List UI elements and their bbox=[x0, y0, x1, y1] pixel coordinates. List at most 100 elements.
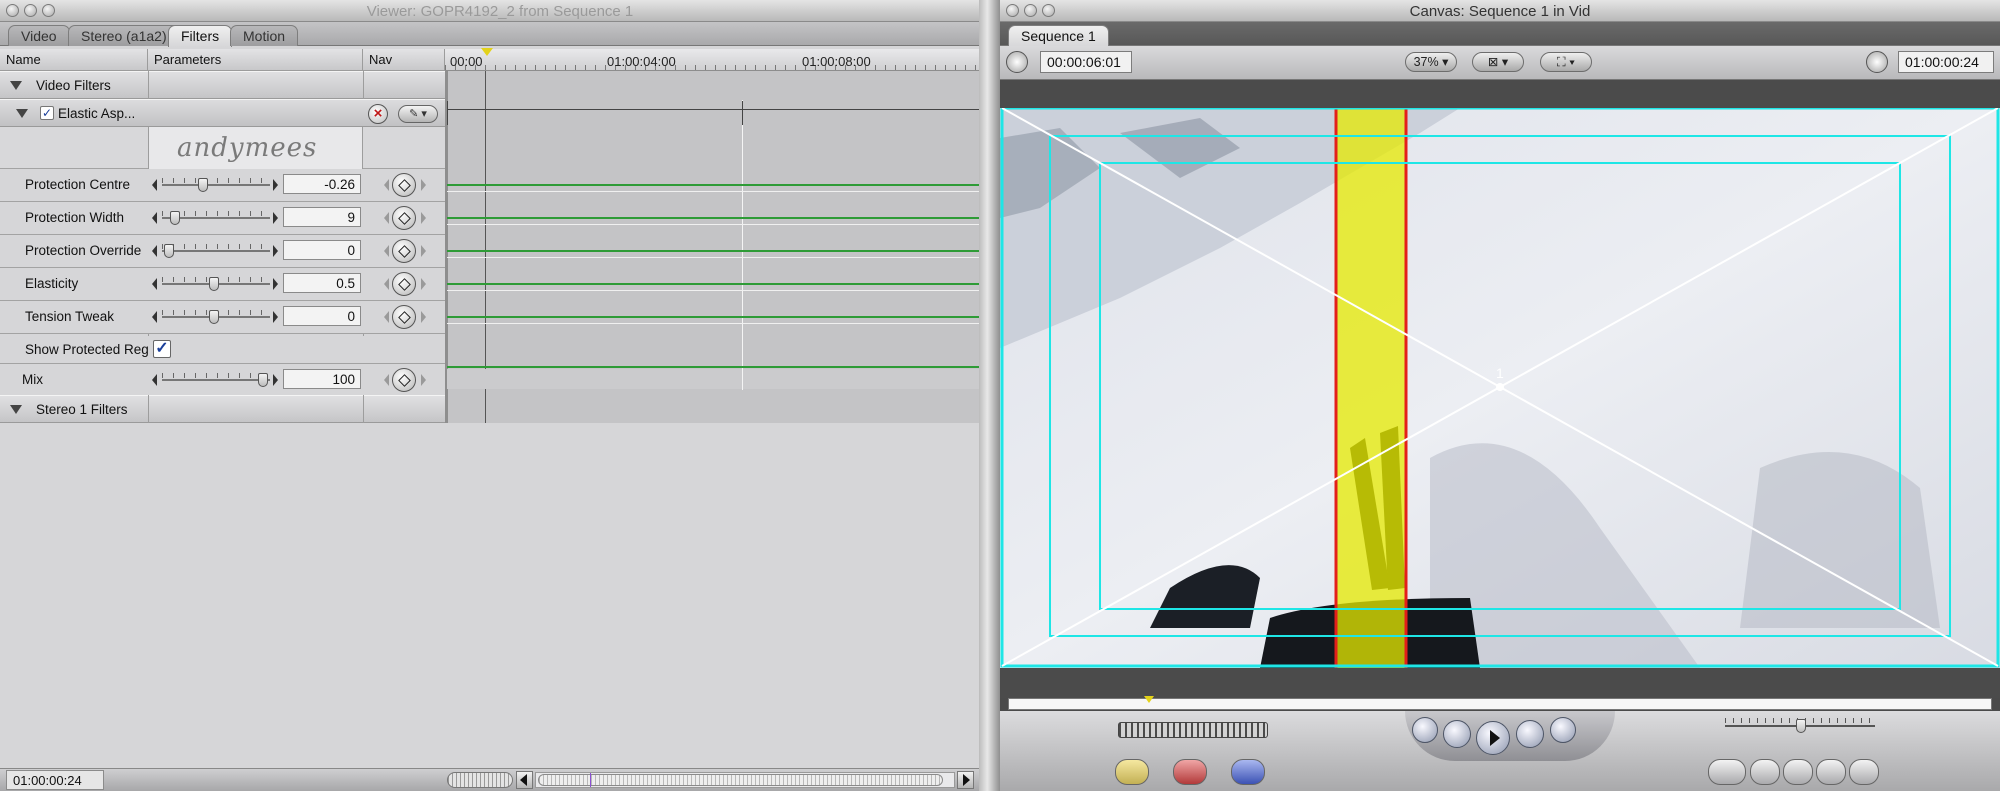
zoom-slider[interactable] bbox=[447, 772, 513, 788]
play-in-to-out-button[interactable] bbox=[1443, 720, 1471, 748]
mix-slider-track[interactable] bbox=[162, 379, 270, 381]
slider-left-arrow-icon[interactable] bbox=[152, 374, 157, 386]
scrubber-bar[interactable] bbox=[1008, 696, 1992, 710]
prev-keyframe-icon[interactable] bbox=[384, 278, 389, 290]
show-protected-checkbox[interactable]: ✓ bbox=[153, 340, 171, 358]
video-filters-group[interactable]: Video Filters bbox=[0, 71, 445, 99]
mark-out-button[interactable] bbox=[1849, 759, 1879, 785]
show-protected-row: Show Protected Reg ✓ bbox=[0, 336, 445, 364]
column-parameters[interactable]: Parameters bbox=[148, 49, 363, 71]
scrubber-playhead[interactable] bbox=[1144, 696, 1154, 703]
add-keyframe-button[interactable] bbox=[392, 368, 416, 392]
prev-keyframe-icon[interactable] bbox=[384, 179, 389, 191]
add-marker-button[interactable] bbox=[1816, 759, 1846, 785]
slider-left-arrow-icon[interactable] bbox=[152, 245, 157, 257]
next-keyframe-icon[interactable] bbox=[421, 245, 426, 257]
play-around-button[interactable] bbox=[1516, 720, 1544, 748]
prev-edit-button[interactable] bbox=[1412, 717, 1438, 743]
slider-left-arrow-icon[interactable] bbox=[152, 212, 157, 224]
duration-timecode[interactable]: 00:00:06:01 bbox=[1040, 51, 1132, 73]
parameter-slider-thumb[interactable] bbox=[209, 277, 220, 291]
parameter-slider-thumb[interactable] bbox=[209, 310, 220, 324]
transport-area bbox=[1000, 711, 2000, 791]
tab-sequence-1[interactable]: Sequence 1 bbox=[1008, 25, 1109, 47]
current-timecode[interactable]: 01:00:00:24 bbox=[1898, 51, 1994, 73]
zoom-popup[interactable]: 37% ▾ bbox=[1405, 52, 1457, 72]
filter-enable-checkbox[interactable]: ✓ bbox=[40, 106, 54, 120]
slider-left-arrow-icon[interactable] bbox=[152, 278, 157, 290]
slider-ticks bbox=[162, 373, 270, 378]
next-edit-button[interactable] bbox=[1550, 717, 1576, 743]
next-keyframe-icon[interactable] bbox=[421, 374, 426, 386]
prev-keyframe-icon[interactable] bbox=[384, 212, 389, 224]
slider-right-arrow-icon[interactable] bbox=[273, 374, 278, 386]
slider-right-arrow-icon[interactable] bbox=[273, 179, 278, 191]
parameter-value-field[interactable]: 0 bbox=[283, 306, 361, 326]
parameter-value-field[interactable]: -0.26 bbox=[283, 174, 361, 194]
add-keyframe-canvas-button[interactable] bbox=[1783, 759, 1813, 785]
prev-keyframe-icon[interactable] bbox=[384, 374, 389, 386]
jog-thumb[interactable] bbox=[1796, 719, 1806, 733]
overlay-popup[interactable]: ⛶ ▾ bbox=[1540, 52, 1592, 72]
shuttle-control[interactable] bbox=[1118, 722, 1268, 738]
filter-elastic-aspect-row[interactable]: ✓ Elastic Asp... × ✎ ▾ bbox=[0, 99, 445, 127]
add-keyframe-button[interactable] bbox=[392, 272, 416, 296]
tab-video[interactable]: Video bbox=[8, 25, 70, 46]
next-keyframe-icon[interactable] bbox=[421, 179, 426, 191]
mix-keyframe-lane[interactable] bbox=[447, 369, 979, 389]
parameter-slider-track[interactable] bbox=[162, 184, 270, 186]
slider-right-arrow-icon[interactable] bbox=[273, 245, 278, 257]
parameter-slider-thumb[interactable] bbox=[163, 244, 174, 258]
next-keyframe-icon[interactable] bbox=[421, 278, 426, 290]
mark-clip-button[interactable] bbox=[1750, 759, 1780, 785]
empty-panel bbox=[0, 423, 979, 768]
scrollbar-thumb[interactable] bbox=[538, 774, 943, 786]
overwrite-button[interactable] bbox=[1173, 759, 1207, 785]
horizontal-scrollbar[interactable] bbox=[535, 772, 955, 788]
parameter-row: Protection Centre -0.26 bbox=[0, 169, 445, 202]
disclosure-triangle-icon[interactable] bbox=[16, 109, 28, 118]
column-name[interactable]: Name bbox=[0, 49, 148, 71]
disclosure-triangle-icon[interactable] bbox=[10, 81, 22, 90]
timeline-ruler[interactable]: 00:00 01:00:04:00 01:00:08:00 bbox=[445, 48, 979, 71]
next-keyframe-icon[interactable] bbox=[421, 311, 426, 323]
parameter-value-field[interactable]: 0.5 bbox=[283, 273, 361, 293]
parameter-value-field[interactable]: 0 bbox=[283, 240, 361, 260]
add-keyframe-button[interactable] bbox=[392, 173, 416, 197]
tab-motion[interactable]: Motion bbox=[230, 25, 299, 46]
column-nav[interactable]: Nav bbox=[363, 49, 445, 71]
add-keyframe-button[interactable] bbox=[392, 239, 416, 263]
parameter-slider-thumb[interactable] bbox=[169, 211, 180, 225]
reset-filter-button[interactable]: × bbox=[368, 104, 388, 124]
slider-right-arrow-icon[interactable] bbox=[273, 278, 278, 290]
lane-separator bbox=[447, 290, 979, 291]
tab-filters[interactable]: Filters bbox=[168, 25, 233, 47]
prev-keyframe-icon[interactable] bbox=[384, 245, 389, 257]
next-keyframe-icon[interactable] bbox=[421, 212, 426, 224]
parameter-slider-thumb[interactable] bbox=[198, 178, 209, 192]
parameter-slider-track[interactable] bbox=[162, 250, 270, 252]
slider-right-arrow-icon[interactable] bbox=[273, 212, 278, 224]
slider-left-arrow-icon[interactable] bbox=[152, 179, 157, 191]
parameter-value-field[interactable]: 9 bbox=[283, 207, 361, 227]
add-keyframe-button[interactable] bbox=[392, 305, 416, 329]
match-frame-button[interactable] bbox=[1708, 759, 1746, 785]
viewer-timecode[interactable]: 01:00:00:24 bbox=[6, 770, 104, 790]
playhead-marker[interactable] bbox=[481, 48, 493, 56]
slider-left-arrow-icon[interactable] bbox=[152, 311, 157, 323]
slider-ticks bbox=[162, 244, 270, 249]
mix-slider-thumb[interactable] bbox=[258, 373, 269, 387]
tab-stereo[interactable]: Stereo (a1a2) bbox=[68, 25, 180, 46]
video-filters-label: Video Filters bbox=[36, 78, 111, 93]
disclosure-triangle-icon[interactable] bbox=[10, 405, 22, 414]
prev-keyframe-icon[interactable] bbox=[384, 311, 389, 323]
mix-value-field[interactable]: 100 bbox=[283, 369, 361, 389]
replace-button[interactable] bbox=[1231, 759, 1265, 785]
stereo-filters-group[interactable]: Stereo 1 Filters bbox=[0, 395, 445, 423]
view-popup[interactable]: ⊠ ▾ bbox=[1472, 52, 1524, 72]
video-frame[interactable]: 1 bbox=[1000, 108, 2000, 668]
insert-button[interactable] bbox=[1115, 759, 1149, 785]
filter-menu-button[interactable]: ✎ ▾ bbox=[398, 105, 438, 123]
slider-right-arrow-icon[interactable] bbox=[273, 311, 278, 323]
add-keyframe-button[interactable] bbox=[392, 206, 416, 230]
